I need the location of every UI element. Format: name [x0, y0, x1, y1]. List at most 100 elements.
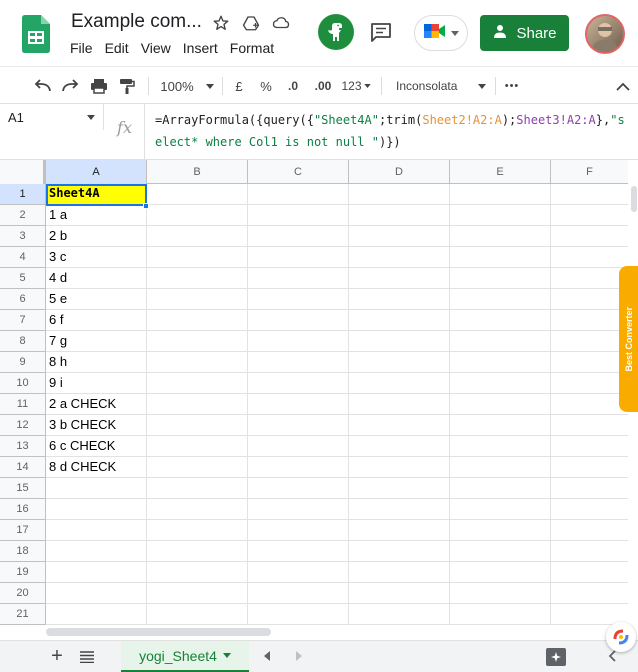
grid-cell[interactable] — [450, 205, 551, 226]
percent-format-button[interactable]: % — [259, 76, 273, 96]
print-icon[interactable] — [89, 76, 109, 96]
grid-cell[interactable] — [551, 310, 628, 331]
grid-cell[interactable] — [349, 583, 450, 604]
grid-cell[interactable] — [551, 541, 628, 562]
grid-cell[interactable] — [349, 184, 450, 205]
grid-cell[interactable] — [248, 415, 349, 436]
row-header[interactable]: 14 — [0, 457, 46, 478]
grid-cell[interactable] — [147, 373, 248, 394]
grid-cell[interactable]: 7 g — [46, 331, 147, 352]
explore-icon[interactable] — [546, 648, 566, 666]
formula-input[interactable]: =ArrayFormula({query({"Sheet4A";trim(She… — [155, 109, 625, 153]
scroll-sheets-left-icon[interactable] — [264, 650, 270, 664]
grid-cell[interactable] — [450, 226, 551, 247]
meet-button[interactable] — [414, 15, 468, 51]
grid-cell[interactable] — [248, 394, 349, 415]
sheets-logo-icon[interactable] — [22, 15, 50, 53]
row-header[interactable]: 16 — [0, 499, 46, 520]
row-header[interactable]: 8 — [0, 331, 46, 352]
add-sheet-button[interactable]: + — [48, 646, 66, 666]
grid-cell[interactable] — [147, 352, 248, 373]
grid-cell[interactable] — [147, 478, 248, 499]
grid-cell[interactable]: 2 a CHECK — [46, 394, 147, 415]
row-header[interactable]: 7 — [0, 310, 46, 331]
grid-cell[interactable]: 2 b — [46, 226, 147, 247]
grid-cell[interactable] — [450, 436, 551, 457]
grid-cell[interactable] — [46, 562, 147, 583]
grid-cell[interactable] — [248, 604, 349, 625]
grid-cell[interactable] — [248, 541, 349, 562]
grid-cell[interactable] — [349, 499, 450, 520]
menu-view[interactable]: View — [135, 40, 177, 56]
scroll-sheets-right-icon[interactable] — [296, 650, 302, 664]
grid-cell[interactable] — [551, 583, 628, 604]
grid-cell[interactable] — [551, 268, 628, 289]
grid-cell[interactable] — [46, 499, 147, 520]
grid-cell[interactable]: 5 e — [46, 289, 147, 310]
menu-file[interactable]: File — [70, 40, 99, 56]
row-header[interactable]: 2 — [0, 205, 46, 226]
grid-cell[interactable] — [450, 331, 551, 352]
grid-cell[interactable] — [147, 289, 248, 310]
column-header-d[interactable]: D — [349, 160, 450, 184]
menu-edit[interactable]: Edit — [99, 40, 135, 56]
grid-cell[interactable] — [248, 331, 349, 352]
best-converter-side-tab[interactable]: Best Converter — [619, 266, 638, 412]
grid-cell[interactable] — [248, 289, 349, 310]
grid-cell[interactable] — [147, 562, 248, 583]
grid-cell[interactable] — [248, 436, 349, 457]
grid-cell[interactable] — [349, 520, 450, 541]
grid-cell[interactable] — [349, 394, 450, 415]
user-avatar[interactable] — [585, 14, 625, 54]
grid-cell[interactable] — [147, 247, 248, 268]
menu-format[interactable]: Format — [224, 40, 280, 56]
grid-cell[interactable]: 9 i — [46, 373, 147, 394]
row-header[interactable]: 15 — [0, 478, 46, 499]
row-header[interactable]: 12 — [0, 415, 46, 436]
undo-icon[interactable] — [33, 76, 53, 96]
grid-cell[interactable]: 8 h — [46, 352, 147, 373]
grid-cell[interactable] — [551, 289, 628, 310]
grid-cell[interactable] — [248, 520, 349, 541]
grid-cell[interactable] — [248, 499, 349, 520]
grid-cell[interactable] — [147, 436, 248, 457]
grid-cell[interactable] — [349, 205, 450, 226]
grid-cell[interactable] — [349, 604, 450, 625]
grid-cell[interactable]: 1 a — [46, 205, 147, 226]
grid-cell[interactable] — [248, 268, 349, 289]
grid-cell[interactable] — [349, 457, 450, 478]
grid-cell[interactable] — [551, 247, 628, 268]
column-header-c[interactable]: C — [248, 160, 349, 184]
grid-cell[interactable] — [46, 520, 147, 541]
paint-format-icon[interactable] — [117, 76, 137, 96]
grid-cell[interactable] — [349, 352, 450, 373]
grid-cell[interactable] — [147, 583, 248, 604]
grid-cell[interactable] — [450, 268, 551, 289]
grid-cell[interactable] — [450, 520, 551, 541]
menu-insert[interactable]: Insert — [177, 40, 224, 56]
grid-cell[interactable]: 6 c CHECK — [46, 436, 147, 457]
grid-cell[interactable] — [551, 373, 628, 394]
grid-cell[interactable] — [147, 604, 248, 625]
grid-cell[interactable] — [147, 205, 248, 226]
grid-cell[interactable] — [248, 562, 349, 583]
grid-cell[interactable] — [349, 310, 450, 331]
grid-cell[interactable] — [450, 604, 551, 625]
column-header-f[interactable]: F — [551, 160, 628, 184]
row-header[interactable]: 18 — [0, 541, 46, 562]
row-header[interactable]: 6 — [0, 289, 46, 310]
grid-cell[interactable] — [551, 352, 628, 373]
collapse-menu-icon[interactable] — [614, 76, 632, 96]
grid-cell[interactable] — [147, 415, 248, 436]
grid-cell[interactable] — [551, 226, 628, 247]
grid-cell[interactable] — [551, 457, 628, 478]
grid-cell[interactable] — [248, 352, 349, 373]
grid-cell[interactable] — [147, 226, 248, 247]
name-box[interactable]: A1 — [0, 104, 104, 130]
grid-cell[interactable] — [248, 457, 349, 478]
grid-cell[interactable] — [551, 394, 628, 415]
grid-cell[interactable] — [450, 247, 551, 268]
fill-handle[interactable] — [143, 203, 149, 209]
grid-cell[interactable] — [551, 184, 628, 205]
row-header[interactable]: 10 — [0, 373, 46, 394]
